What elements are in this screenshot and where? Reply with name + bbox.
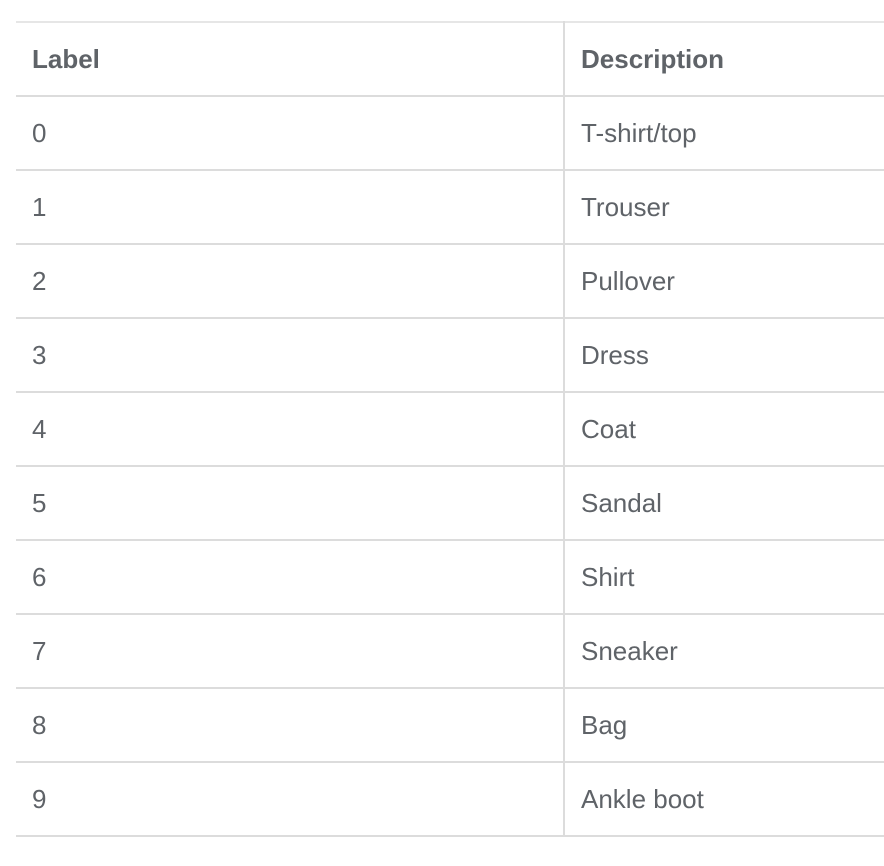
header-row: Label Description — [16, 21, 884, 97]
table-row: 5 Sandal — [16, 466, 884, 541]
cell-label: 6 — [16, 540, 565, 615]
cell-description: Dress — [564, 318, 884, 393]
table-row: 2 Pullover — [16, 244, 884, 319]
table-row: 8 Bag — [16, 688, 884, 763]
cell-description: Pullover — [564, 244, 884, 319]
cell-label: 2 — [16, 244, 565, 319]
table-row: 3 Dress — [16, 318, 884, 393]
cell-label: 7 — [16, 614, 565, 689]
table-header: Label Description — [16, 21, 884, 97]
table-body: 0 T-shirt/top 1 Trouser 2 Pullover 3 Dre… — [16, 96, 884, 837]
column-header-label: Label — [16, 21, 565, 97]
label-description-table-container: Label Description 0 T-shirt/top 1 Trouse… — [16, 21, 884, 837]
cell-label: 5 — [16, 466, 565, 541]
table-row: 0 T-shirt/top — [16, 96, 884, 171]
cell-label: 9 — [16, 762, 565, 837]
cell-description: Sneaker — [564, 614, 884, 689]
table-row: 1 Trouser — [16, 170, 884, 245]
table-row: 9 Ankle boot — [16, 762, 884, 837]
table-row: 7 Sneaker — [16, 614, 884, 689]
cell-description: Ankle boot — [564, 762, 884, 837]
cell-description: Coat — [564, 392, 884, 467]
table-row: 4 Coat — [16, 392, 884, 467]
label-description-table: Label Description 0 T-shirt/top 1 Trouse… — [16, 21, 884, 837]
cell-label: 8 — [16, 688, 565, 763]
cell-description: Bag — [564, 688, 884, 763]
cell-label: 4 — [16, 392, 565, 467]
cell-label: 1 — [16, 170, 565, 245]
cell-description: T-shirt/top — [564, 96, 884, 171]
cell-label: 0 — [16, 96, 565, 171]
cell-label: 3 — [16, 318, 565, 393]
column-header-description: Description — [564, 21, 884, 97]
cell-description: Trouser — [564, 170, 884, 245]
cell-description: Sandal — [564, 466, 884, 541]
table-row: 6 Shirt — [16, 540, 884, 615]
cell-description: Shirt — [564, 540, 884, 615]
